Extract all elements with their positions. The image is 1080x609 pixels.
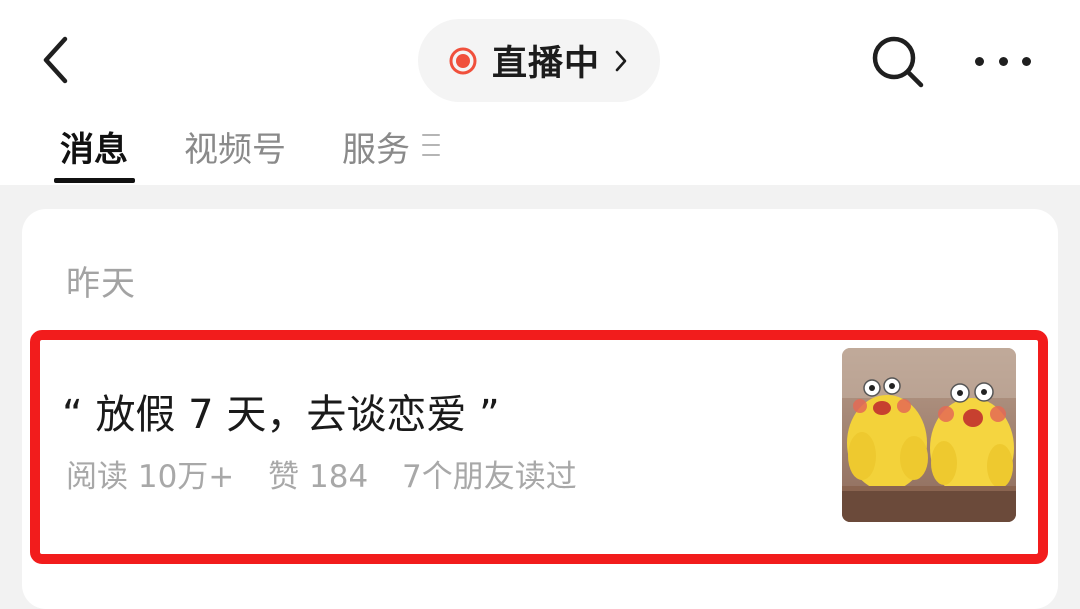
more-dot bbox=[1022, 56, 1031, 66]
chevron-left-icon bbox=[43, 36, 68, 84]
search-button[interactable] bbox=[868, 32, 926, 90]
date-label: 昨天 bbox=[66, 264, 136, 304]
back-button[interactable] bbox=[30, 30, 80, 90]
chevron-right-icon bbox=[614, 49, 628, 73]
live-status-button[interactable]: 直播中 bbox=[418, 19, 660, 102]
read-count: 阅读 10万+ bbox=[66, 459, 235, 495]
active-tab-indicator bbox=[54, 178, 135, 183]
tab-services[interactable]: 服务 bbox=[342, 122, 410, 171]
chick-toys-image bbox=[842, 348, 1016, 522]
like-count: 赞 184 bbox=[268, 459, 369, 495]
friends-read: 7个朋友读过 bbox=[402, 459, 577, 495]
more-dot bbox=[998, 56, 1008, 66]
menu-lines-icon[interactable] bbox=[422, 134, 440, 156]
more-button[interactable] bbox=[975, 46, 1031, 76]
more-horizontal-icon bbox=[975, 56, 984, 66]
live-record-icon bbox=[448, 46, 478, 76]
tab-bar: 消息 视频号 服务 bbox=[0, 112, 1080, 185]
article-title[interactable]: “ 放假 7 天，去谈恋爱 ” bbox=[62, 382, 500, 440]
tab-messages[interactable]: 消息 bbox=[60, 122, 128, 171]
tab-channels[interactable]: 视频号 bbox=[184, 122, 286, 171]
article-thumbnail[interactable] bbox=[842, 348, 1016, 522]
article-meta: 阅读 10万+ 赞 184 7个朋友读过 bbox=[66, 451, 601, 496]
search-icon bbox=[872, 36, 924, 88]
live-label: 直播中 bbox=[492, 44, 601, 84]
top-bar: 直播中 消息 视频号 服务 bbox=[0, 0, 1080, 185]
